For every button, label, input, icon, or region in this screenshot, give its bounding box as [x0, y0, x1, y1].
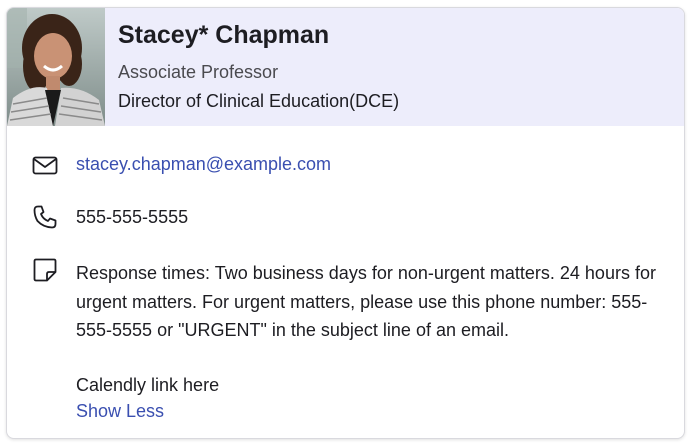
sticky-note-icon	[32, 257, 58, 283]
avatar-photo	[7, 8, 105, 126]
email-link[interactable]: stacey.chapman@example.com	[76, 154, 331, 175]
avatar	[7, 8, 105, 126]
phone-number: 555-555-5555	[76, 207, 189, 227]
show-less-link[interactable]: Show Less	[76, 401, 164, 422]
calendly-text: Calendly link here	[76, 375, 220, 395]
profile-title: Associate Professor	[118, 62, 279, 82]
phone-icon	[32, 204, 58, 230]
profile-name: Stacey* Chapman	[118, 21, 330, 49]
response-times-note: Response times: Two business days for no…	[76, 263, 656, 340]
profile-role: Director of Clinical Education(DCE)	[118, 91, 400, 111]
envelope-icon	[32, 153, 58, 179]
contact-card: Stacey* Chapman Associate Professor Dire…	[6, 7, 685, 439]
profile-header: Stacey* Chapman Associate Professor Dire…	[7, 8, 684, 126]
